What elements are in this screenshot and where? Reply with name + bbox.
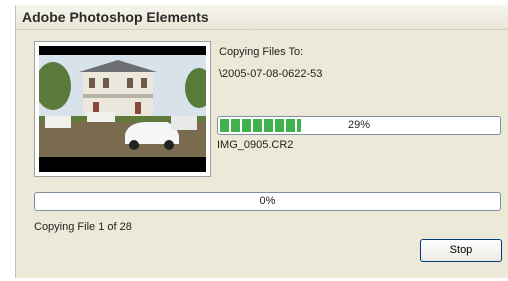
title-bar: Adobe Photoshop Elements — [16, 5, 508, 30]
current-file-name: IMG_0905.CR2 — [217, 139, 294, 151]
overall-progress-percent: 0% — [259, 195, 276, 207]
copy-status-text: Copying File 1 of 28 — [34, 221, 132, 233]
dialog-window: Adobe Photoshop Elements Copying Files T… — [15, 5, 508, 278]
copying-heading: Copying Files To: — [219, 46, 304, 58]
photo-preview — [39, 46, 206, 172]
photo-thumbnail-image — [39, 46, 206, 172]
window-title: Adobe Photoshop Elements — [22, 9, 209, 25]
overall-progress-bar: 0% — [34, 192, 501, 211]
stop-button[interactable]: Stop — [420, 239, 502, 262]
file-progress-percent: 29% — [347, 119, 371, 131]
photo-preview-frame — [34, 41, 211, 177]
file-progress-bar: 29% — [217, 116, 501, 135]
destination-path: \2005-07-08-0622-53 — [219, 68, 323, 80]
